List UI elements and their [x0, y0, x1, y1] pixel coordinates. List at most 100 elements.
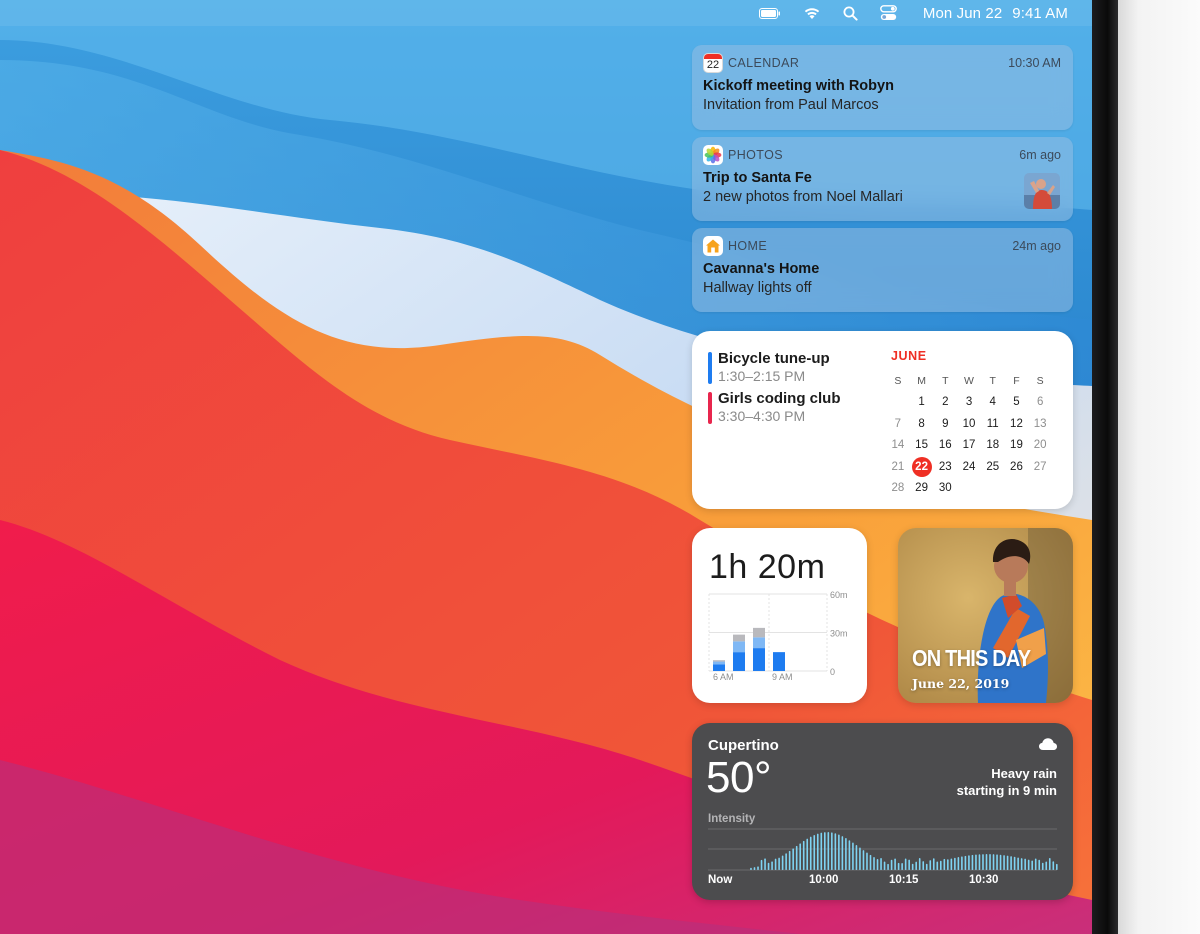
calendar-month-grid: S M T W T F S 1 2 3 4 5 6 7 8 9 10 11 12 13 14 15 16 17 18 19 20 21… — [886, 370, 1052, 499]
precipitation-bar — [992, 854, 995, 870]
calendar-month-label: JUNE — [891, 349, 927, 363]
calendar-event[interactable]: Bicycle tune-up 1:30–2:15 PM — [708, 350, 830, 384]
precipitation-bar — [1034, 858, 1037, 870]
calendar-day[interactable]: 19 — [1005, 439, 1029, 451]
search-icon[interactable] — [843, 0, 858, 26]
notification-app-name: CALENDAR — [728, 56, 800, 70]
precipitation-x-label: 10:00 — [809, 874, 839, 886]
calendar-day[interactable]: 7 — [886, 418, 910, 430]
menu-bar-clock[interactable]: Mon Jun 22 9:41 AM — [923, 5, 1068, 22]
calendar-day[interactable]: 1 — [910, 396, 934, 408]
precipitation-bar — [795, 845, 798, 870]
photo-widget[interactable]: ON THIS DAY June 22, 2019 — [898, 528, 1073, 703]
precipitation-bar — [964, 855, 967, 870]
notification-home[interactable]: HOME 24m ago Cavanna's Home Hallway ligh… — [692, 228, 1073, 312]
screen-time-bar — [733, 634, 745, 642]
week-row: 21 22 23 24 25 26 27 — [886, 456, 1052, 478]
calendar-day[interactable]: 20 — [1028, 439, 1052, 451]
precipitation-bar — [855, 845, 858, 870]
precipitation-bar — [816, 833, 819, 870]
precipitation-bar — [1013, 856, 1016, 870]
calendar-day[interactable]: 11 — [981, 418, 1005, 430]
precipitation-bar — [750, 867, 752, 870]
precipitation-bar — [890, 859, 893, 870]
calendar-day[interactable]: 21 — [886, 461, 910, 473]
calendar-day[interactable]: 8 — [910, 418, 934, 430]
screen-time-y-label: 60m — [830, 590, 848, 600]
precipitation-bar — [845, 838, 847, 870]
precipitation-bar — [1056, 863, 1058, 870]
battery-icon[interactable] — [758, 0, 781, 26]
menu-bar: Mon Jun 22 9:41 AM — [0, 0, 1092, 26]
precipitation-bar — [862, 850, 865, 870]
precipitation-bar — [940, 860, 942, 870]
calendar-day-number: 5 — [1013, 396, 1020, 409]
calendar-day-number: 27 — [1033, 460, 1047, 473]
calendar-day[interactable]: 24 — [957, 461, 981, 473]
calendar-day[interactable]: 3 — [957, 396, 981, 408]
wifi-icon[interactable] — [803, 0, 821, 26]
precipitation-bar — [1031, 860, 1033, 870]
calendar-widget[interactable]: Bicycle tune-up 1:30–2:15 PM Girls codin… — [692, 331, 1073, 509]
calendar-day[interactable]: 6 — [1028, 396, 1052, 408]
calendar-day[interactable]: 9 — [933, 418, 957, 430]
precipitation-x-label: 10:15 — [889, 874, 919, 886]
calendar-day[interactable]: 12 — [1005, 418, 1029, 430]
calendar-day[interactable]: 2 — [933, 396, 957, 408]
calendar-day[interactable]: 17 — [957, 439, 981, 451]
precipitation-bar — [911, 863, 914, 870]
calendar-day[interactable]: 27 — [1028, 461, 1052, 473]
calendar-day[interactable]: 5 — [1005, 396, 1029, 408]
precipitation-bar — [915, 861, 917, 870]
notification-time: 10:30 AM — [1008, 56, 1061, 70]
precipitation-bar — [1017, 857, 1019, 870]
calendar-day[interactable]: 15 — [910, 439, 934, 451]
notification-title: Cavanna's Home — [703, 261, 820, 277]
precipitation-bar — [950, 858, 953, 870]
notification-app-name: HOME — [728, 239, 768, 253]
event-time: 3:30–4:30 PM — [718, 408, 806, 424]
screen-time-y-label: 30m — [830, 629, 848, 639]
calendar-event[interactable]: Girls coding club 3:30–4:30 PM — [708, 390, 841, 424]
calendar-day[interactable]: 16 — [933, 439, 957, 451]
precipitation-bar — [831, 832, 833, 870]
notification-calendar[interactable]: 22 CALENDAR 10:30 AM Kickoff meeting wit… — [692, 45, 1073, 130]
calendar-day[interactable]: 30 — [933, 482, 957, 494]
calendar-day[interactable]: 13 — [1028, 418, 1052, 430]
precipitation-bar — [785, 853, 787, 870]
weather-widget[interactable]: Cupertino 50° Heavy rain starting in 9 m… — [692, 723, 1073, 900]
precipitation-bar — [904, 858, 907, 870]
calendar-day[interactable]: 14 — [886, 439, 910, 451]
photo-widget-title: ON THIS DAY — [912, 646, 1031, 672]
precipitation-bar — [757, 866, 759, 870]
calendar-day[interactable]: 28 — [886, 482, 910, 494]
precipitation-bar — [788, 850, 791, 870]
control-center-icon[interactable] — [879, 0, 897, 26]
calendar-day-number: 29 — [915, 482, 928, 495]
calendar-day-number: 28 — [891, 482, 905, 495]
precipitation-bar — [753, 867, 756, 870]
calendar-day[interactable]: 4 — [981, 396, 1005, 408]
calendar-day[interactable]: 10 — [957, 418, 981, 430]
calendar-day[interactable]: 29 — [910, 482, 934, 494]
precipitation-bar — [971, 854, 974, 870]
display-bezel — [1092, 0, 1118, 934]
screen-time-bar — [753, 648, 765, 671]
calendar-day[interactable]: 23 — [933, 461, 957, 473]
calendar-day[interactable]: 26 — [1005, 461, 1029, 473]
notification-photos[interactable]: PHOTOS 6m ago Trip to Santa Fe 2 new pho… — [692, 137, 1073, 221]
weekday-header: T — [989, 374, 996, 387]
notification-app-name: PHOTOS — [728, 148, 783, 162]
calendar-day[interactable]: 18 — [981, 439, 1005, 451]
calendar-day-number: 22 — [911, 456, 932, 477]
calendar-today[interactable]: 22 — [910, 456, 934, 477]
screen-time-widget[interactable]: 1h 20m 60m 30m 0 6 AM 9 AM — [692, 528, 867, 703]
precipitation-bar — [838, 834, 840, 870]
precipitation-bar — [834, 833, 837, 870]
precipitation-bar — [824, 832, 826, 870]
calendar-day-number: 30 — [938, 482, 952, 495]
precipitation-x-label: 10:30 — [969, 874, 999, 886]
precipitation-bar — [1006, 855, 1009, 870]
calendar-day[interactable]: 25 — [981, 461, 1005, 473]
calendar-day-number: 7 — [894, 417, 902, 430]
